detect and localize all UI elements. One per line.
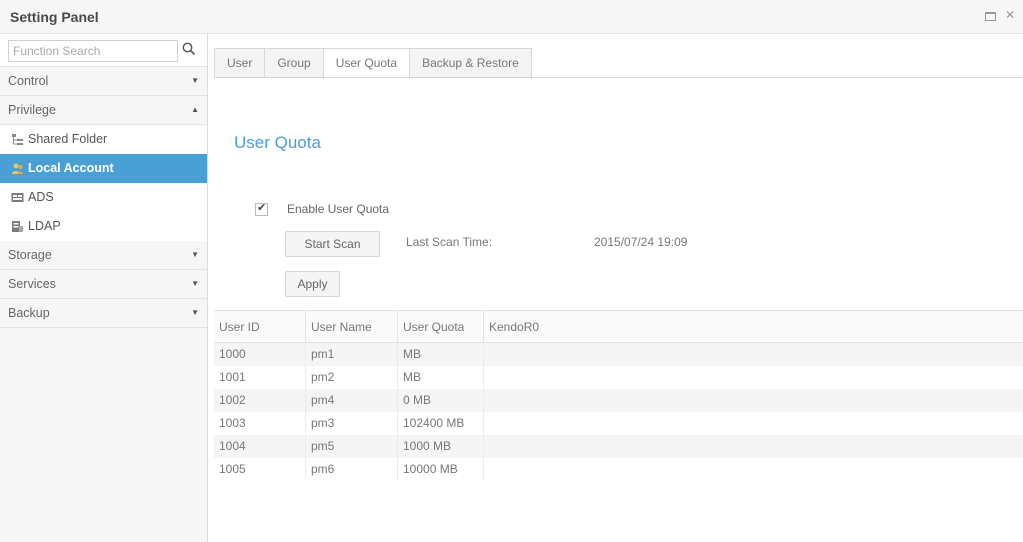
- enable-quota-row: Enable User Quota: [255, 201, 389, 217]
- sidebar-section-control[interactable]: Control ▼: [0, 67, 207, 96]
- cell-user-quota: MB: [398, 366, 484, 389]
- sidebar-item-label: LDAP: [28, 219, 61, 233]
- sidebar-item-local-account[interactable]: Local Account: [0, 154, 207, 183]
- cell-user-name: pm5: [306, 435, 398, 458]
- table-row[interactable]: 1003 pm3 102400 MB: [214, 412, 1023, 435]
- chevron-down-icon: ▼: [191, 308, 199, 317]
- cell-user-id: 1002: [214, 389, 306, 412]
- column-header-kendo[interactable]: KendoR0: [484, 311, 1023, 342]
- cell-extra: [484, 343, 1023, 366]
- cell-user-name: pm6: [306, 458, 398, 481]
- sidebar-section-label: Services: [8, 277, 56, 291]
- last-scan-time-label: Last Scan Time:: [406, 235, 493, 249]
- sidebar-section-label: Storage: [8, 248, 52, 262]
- sidebar-section-storage[interactable]: Storage ▼: [0, 241, 207, 270]
- chevron-down-icon: ▼: [191, 279, 199, 288]
- enable-user-quota-checkbox[interactable]: [255, 201, 268, 216]
- table-row[interactable]: 1001 pm2 MB: [214, 366, 1023, 389]
- cell-user-name: pm1: [306, 343, 398, 366]
- chevron-down-icon: ▼: [191, 250, 199, 259]
- chevron-up-icon: ▲: [191, 105, 199, 114]
- user-quota-table: User ID User Name User Quota KendoR0 100…: [214, 310, 1023, 481]
- close-icon[interactable]: ✕: [1003, 8, 1017, 22]
- sidebar-item-label: Local Account: [28, 161, 114, 175]
- cell-user-id: 1003: [214, 412, 306, 435]
- cell-user-quota: 1000 MB: [398, 435, 484, 458]
- cell-user-id: 1004: [214, 435, 306, 458]
- sidebar-item-ads[interactable]: ADS: [0, 183, 207, 212]
- tab-user-quota[interactable]: User Quota: [322, 48, 411, 78]
- page-title: User Quota: [234, 133, 321, 152]
- table-row[interactable]: 1000 pm1 MB: [214, 343, 1023, 366]
- sidebar-section-label: Privilege: [8, 103, 56, 117]
- tab-divider: [214, 77, 1023, 78]
- tab-group[interactable]: Group: [264, 48, 324, 78]
- cell-user-id: 1001: [214, 366, 306, 389]
- tab-backup-restore[interactable]: Backup & Restore: [409, 48, 532, 78]
- sidebar-section-label: Control: [8, 74, 49, 88]
- last-scan-time-value: 2015/07/24 19:09: [594, 235, 688, 249]
- table-row[interactable]: 1005 pm6 10000 MB: [214, 458, 1023, 481]
- cell-extra: [484, 458, 1023, 481]
- main-panel: User Group User Quota Backup & Restore U…: [209, 34, 1023, 542]
- sidebar-section-label: Backup: [8, 306, 50, 320]
- tab-bar: User Group User Quota Backup & Restore: [214, 48, 532, 78]
- cell-user-quota: 10000 MB: [398, 458, 484, 481]
- function-search-input[interactable]: [8, 40, 178, 62]
- sidebar-item-label: ADS: [28, 190, 54, 204]
- apply-button[interactable]: Apply: [285, 271, 340, 297]
- title-bar: Setting Panel ✕: [0, 0, 1023, 34]
- column-header-user-quota[interactable]: User Quota: [398, 311, 484, 342]
- window-title: Setting Panel: [10, 9, 99, 25]
- cell-user-name: pm3: [306, 412, 398, 435]
- table-body: 1000 pm1 MB 1001 pm2 MB 1002 pm4 0 MB 10…: [214, 343, 1023, 481]
- search-icon[interactable]: [182, 42, 196, 56]
- cell-extra: [484, 435, 1023, 458]
- sidebar-section-privilege[interactable]: Privilege ▲: [0, 96, 207, 125]
- column-header-user-id[interactable]: User ID: [214, 311, 306, 342]
- window-controls: ✕: [983, 8, 1017, 22]
- cell-user-quota: MB: [398, 343, 484, 366]
- tab-user[interactable]: User: [214, 48, 266, 78]
- ads-icon: [11, 193, 24, 202]
- sidebar-item-label: Shared Folder: [28, 132, 108, 146]
- sidebar-section-services[interactable]: Services ▼: [0, 270, 207, 299]
- function-search-row: [0, 34, 207, 67]
- table-row[interactable]: 1002 pm4 0 MB: [214, 389, 1023, 412]
- cell-user-quota: 0 MB: [398, 389, 484, 412]
- cell-extra: [484, 389, 1023, 412]
- table-row[interactable]: 1004 pm5 1000 MB: [214, 435, 1023, 458]
- cell-user-name: pm2: [306, 366, 398, 389]
- column-header-user-name[interactable]: User Name: [306, 311, 398, 342]
- cell-user-id: 1005: [214, 458, 306, 481]
- sidebar-item-ldap[interactable]: LDAP: [0, 212, 207, 241]
- cell-extra: [484, 366, 1023, 389]
- table-header: User ID User Name User Quota KendoR0: [214, 310, 1023, 343]
- shared-folder-icon: [12, 134, 23, 145]
- sidebar-item-shared-folder[interactable]: Shared Folder: [0, 125, 207, 154]
- start-scan-button[interactable]: Start Scan: [285, 231, 380, 257]
- chevron-down-icon: ▼: [191, 76, 199, 85]
- cell-extra: [484, 412, 1023, 435]
- minimize-icon[interactable]: [983, 8, 997, 22]
- sidebar-section-backup[interactable]: Backup ▼: [0, 299, 207, 328]
- enable-user-quota-label: Enable User Quota: [287, 202, 390, 216]
- sidebar: Control ▼ Privilege ▲ Shared Folder Loca…: [0, 34, 208, 542]
- cell-user-id: 1000: [214, 343, 306, 366]
- cell-user-name: pm4: [306, 389, 398, 412]
- local-account-icon: [12, 163, 23, 174]
- ldap-icon: [12, 221, 23, 232]
- cell-user-quota: 102400 MB: [398, 412, 484, 435]
